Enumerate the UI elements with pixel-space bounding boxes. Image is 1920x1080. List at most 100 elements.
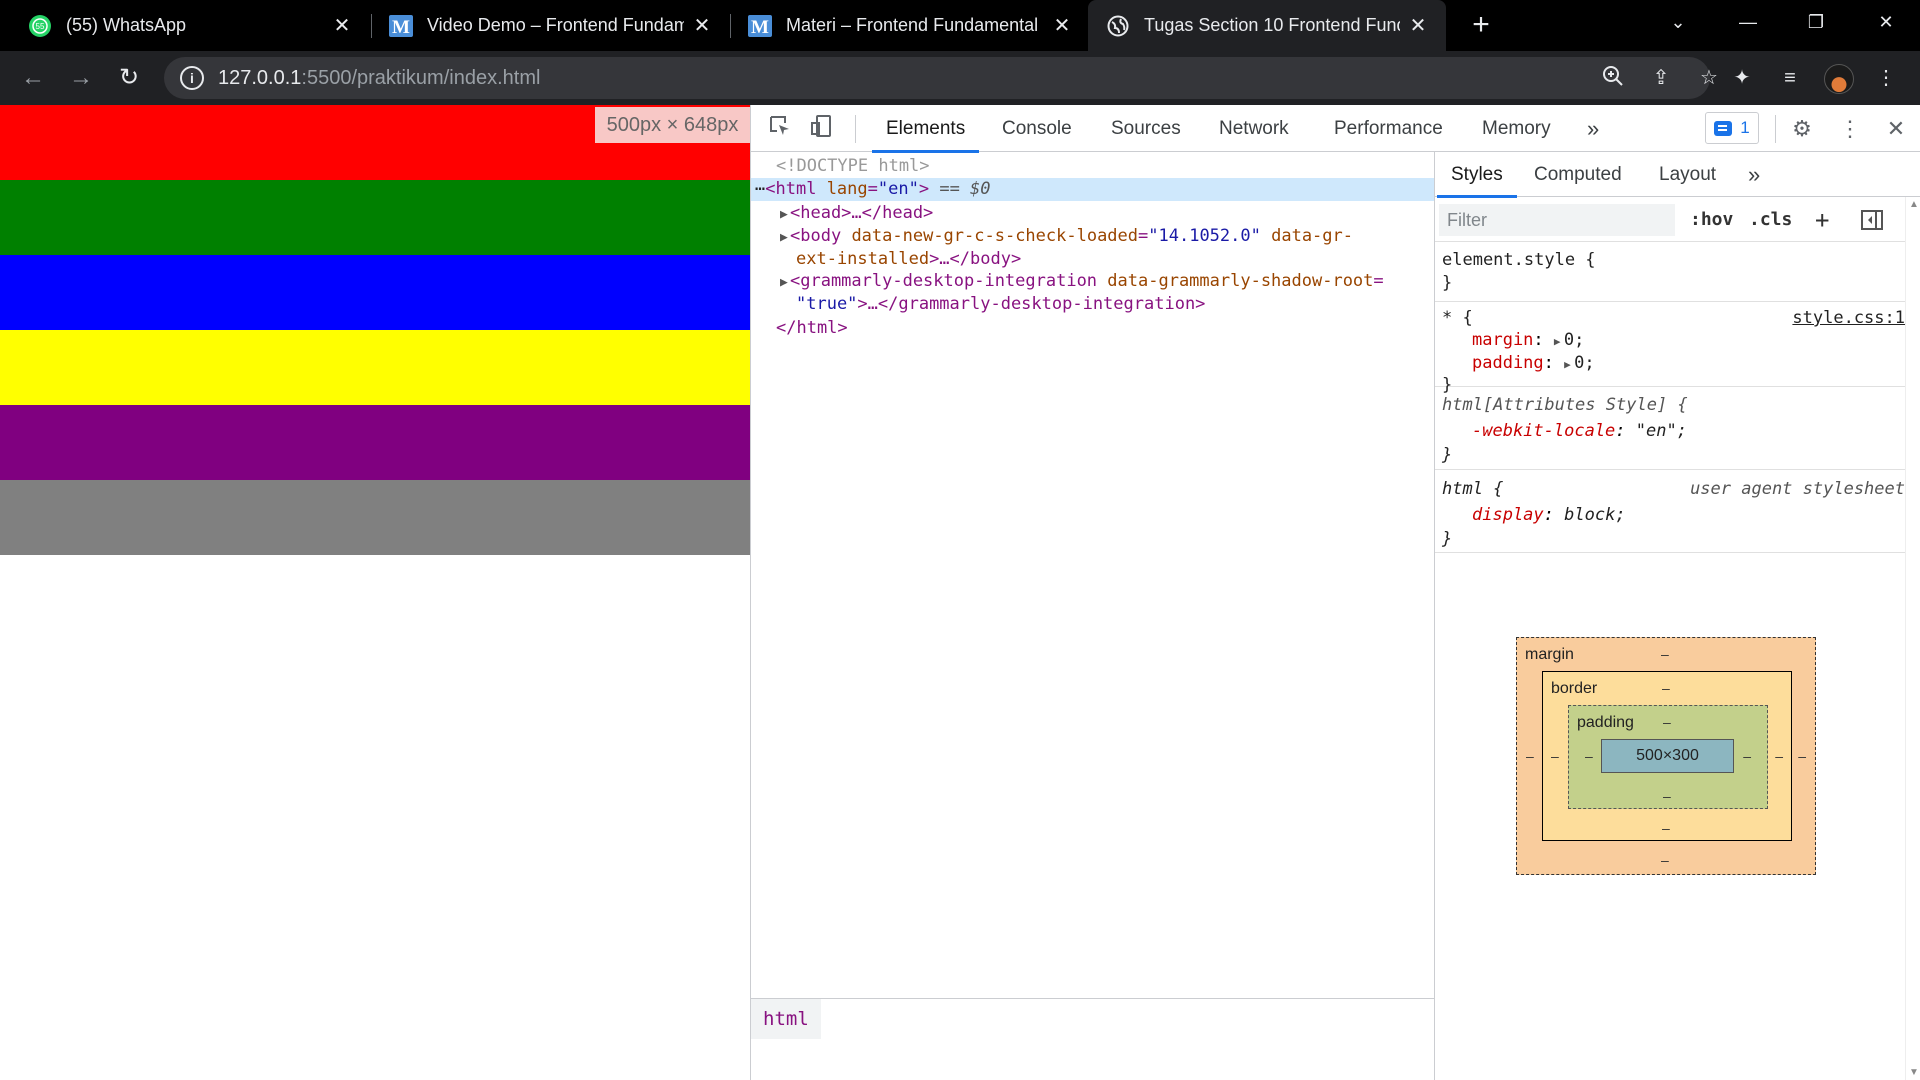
margin-property[interactable]: margin: ▶ 0; (1472, 329, 1584, 353)
settings-gear-icon[interactable]: ⚙ (1787, 114, 1817, 144)
bookmark-star-icon[interactable]: ☆ (1696, 65, 1722, 91)
scroll-up-icon[interactable]: ▲ (1909, 199, 1919, 210)
source-link[interactable]: style.css:1 (1792, 307, 1905, 330)
tab-computed[interactable]: Computed (1534, 152, 1622, 197)
margin-left-value[interactable]: – (1526, 748, 1534, 764)
border-top-value[interactable]: – (1662, 680, 1670, 696)
tab-title: Materi – Frontend Fundamental (786, 15, 1039, 35)
tab-tugas-active[interactable]: Tugas Section 10 Frontend Funda ✕ (1088, 0, 1446, 51)
grammarly-node[interactable]: ▶ <grammarly-desktop-integration data-gra… (751, 270, 1434, 293)
padding-property[interactable]: padding: ▶ 0; (1472, 352, 1595, 376)
box-model-border[interactable]: border – – – – padding – – – – 500×300 (1542, 671, 1792, 841)
close-icon[interactable]: ✕ (332, 16, 352, 36)
expand-caret-icon[interactable]: ▶ (780, 226, 790, 249)
box-model-content[interactable]: 500×300 (1601, 739, 1734, 773)
minimize-icon[interactable]: — (1718, 0, 1778, 44)
svg-text:55: 55 (36, 22, 45, 31)
padding-top-value[interactable]: – (1663, 714, 1671, 730)
scroll-down-icon[interactable]: ▼ (1909, 1067, 1919, 1078)
tab-elements[interactable]: Elements (871, 105, 980, 153)
element-style-rule[interactable]: element.style { } (1435, 242, 1905, 302)
universal-rule[interactable]: * { style.css:1 margin: ▶ 0; padding: ▶ 0;… (1435, 303, 1905, 395)
box-model-padding[interactable]: padding – – – – 500×300 (1568, 705, 1768, 809)
tab-styles[interactable]: Styles (1437, 152, 1517, 198)
new-tab-button[interactable]: + (1466, 10, 1496, 40)
url-path: :5500/praktikum/index.html (301, 66, 541, 89)
close-icon[interactable]: ✕ (692, 16, 712, 36)
padding-label: padding (1577, 714, 1634, 731)
new-style-rule-icon[interactable]: + (1815, 204, 1829, 236)
hov-toggle[interactable]: :hov (1690, 204, 1733, 236)
cls-toggle[interactable]: .cls (1749, 204, 1792, 236)
border-right-value[interactable]: – (1775, 748, 1783, 764)
expand-caret-icon[interactable]: ▶ (780, 203, 790, 226)
more-sidebar-tabs-icon[interactable]: » (1748, 152, 1760, 197)
inspect-element-icon[interactable] (765, 114, 795, 144)
body-node[interactable]: ▶ <body data-new-gr-c-s-check-loaded="14.… (751, 225, 1434, 248)
border-left-value[interactable]: – (1551, 748, 1559, 764)
tab-title: Video Demo – Frontend Fundam (427, 15, 684, 35)
tab-video-demo[interactable]: M Video Demo – Frontend Fundam ✕ (361, 0, 730, 51)
head-node[interactable]: ▶ <head>…</head> (751, 202, 1434, 225)
zoom-icon[interactable] (1600, 65, 1626, 91)
issues-count: 1 (1740, 118, 1750, 137)
share-icon[interactable]: ⇪ (1648, 65, 1674, 91)
site-info-icon[interactable]: i (180, 66, 204, 90)
devtools-toolbar: Elements Console Sources Network Perform… (751, 105, 1920, 153)
border-label: border (1551, 680, 1598, 697)
restore-icon[interactable]: ❐ (1786, 0, 1846, 44)
close-icon[interactable]: ✕ (1408, 16, 1428, 36)
styles-filter-input[interactable] (1439, 204, 1675, 236)
issues-button[interactable]: 1 (1705, 112, 1759, 144)
body-node-continued[interactable]: ext-installed>…</body> (751, 248, 1434, 271)
html-close-node[interactable]: </html> (751, 317, 1434, 340)
sidebar-scrollbar[interactable]: ▲ ▼ (1905, 197, 1920, 1080)
padding-right-value[interactable]: – (1743, 748, 1751, 764)
back-icon[interactable]: ← (18, 63, 48, 93)
tab-network[interactable]: Network (1219, 105, 1289, 152)
tab-performance[interactable]: Performance (1334, 105, 1443, 152)
box-model-margin[interactable]: margin – – – – border – – – – padding – … (1516, 637, 1816, 875)
forward-icon[interactable]: → (66, 63, 96, 93)
border-bottom-value[interactable]: – (1662, 820, 1670, 836)
extensions-icon[interactable]: ✦ (1728, 64, 1756, 92)
tab-search-icon[interactable]: ⌄ (1648, 0, 1708, 44)
grammarly-node-continued[interactable]: "true">…</grammarly-desktop-integration> (751, 293, 1434, 316)
device-toolbar-icon[interactable] (807, 114, 837, 144)
tab-console[interactable]: Console (1002, 105, 1072, 152)
doctype-node[interactable]: <!DOCTYPE html> (751, 155, 1434, 178)
viewport-size-badge: 500px × 648px (595, 107, 750, 143)
address-bar[interactable]: i 127.0.0.1:5500/praktikum/index.html ⇪ … (164, 57, 1718, 99)
margin-right-value[interactable]: – (1798, 748, 1806, 764)
chrome-menu-icon[interactable]: ⋮ (1872, 64, 1900, 92)
green-stripe (0, 180, 750, 255)
attributes-style-rule[interactable]: html[Attributes Style] { -webkit-locale:… (1435, 388, 1905, 470)
reload-icon[interactable]: ↻ (114, 63, 144, 93)
tab-layout[interactable]: Layout (1659, 152, 1716, 197)
media-queue-icon[interactable]: ≡ (1776, 64, 1804, 92)
html-node[interactable]: ⋯<html lang="en"> == $0 (751, 178, 1434, 201)
devtools-panel: Elements Console Sources Network Perform… (750, 105, 1920, 1080)
more-tabs-icon[interactable]: » (1587, 105, 1599, 152)
tab-strip: 55 (55) WhatsApp ✕ M Video Demo – Fronte… (0, 0, 1920, 51)
user-agent-label: user agent stylesheet (1690, 479, 1905, 499)
user-agent-html-rule[interactable]: html { user agent stylesheet display: bl… (1435, 471, 1905, 553)
expand-caret-icon[interactable]: ▶ (780, 271, 790, 294)
url-host: 127.0.0.1 (218, 66, 302, 89)
tab-sources[interactable]: Sources (1111, 105, 1181, 152)
window-close-icon[interactable]: ✕ (1856, 0, 1916, 44)
tab-memory[interactable]: Memory (1482, 105, 1551, 152)
breadcrumb-html[interactable]: html (751, 999, 821, 1039)
tab-materi[interactable]: M Materi – Frontend Fundamental ✕ (720, 0, 1090, 51)
profile-avatar[interactable] (1824, 64, 1854, 94)
toggle-sidebar-icon[interactable] (1860, 204, 1884, 236)
close-devtools-icon[interactable]: ✕ (1881, 114, 1911, 144)
customize-menu-icon[interactable]: ⋮ (1835, 114, 1865, 144)
margin-top-value[interactable]: – (1661, 646, 1669, 662)
rule-selector: html[Attributes Style] { (1442, 395, 1688, 415)
margin-bottom-value[interactable]: – (1661, 852, 1669, 868)
tab-whatsapp[interactable]: 55 (55) WhatsApp ✕ (0, 0, 370, 51)
padding-left-value[interactable]: – (1585, 748, 1593, 764)
padding-bottom-value[interactable]: – (1663, 788, 1671, 804)
close-icon[interactable]: ✕ (1052, 16, 1072, 36)
